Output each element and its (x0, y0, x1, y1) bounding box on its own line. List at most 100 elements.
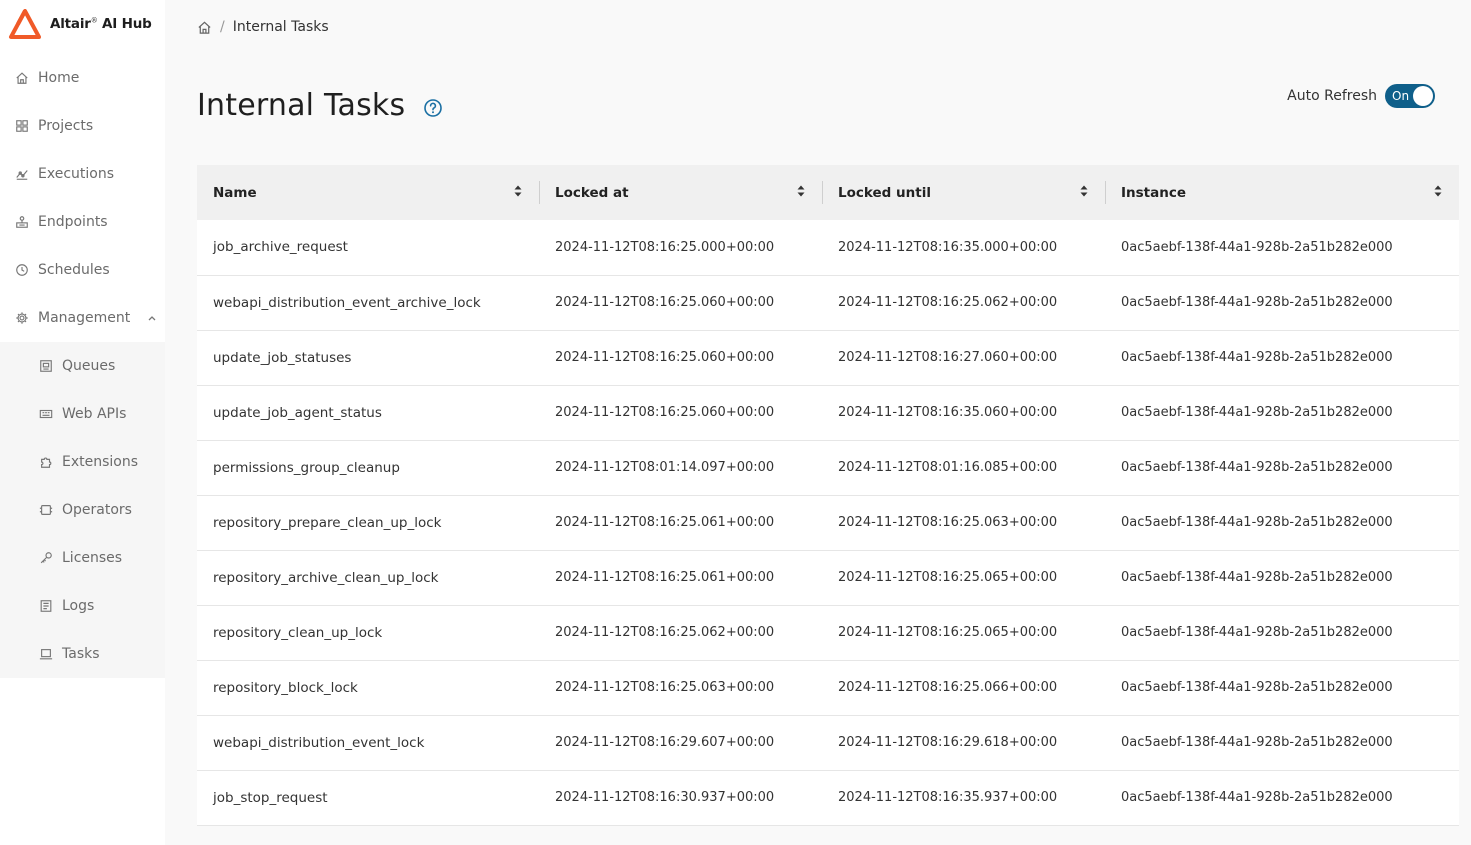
cell-locked-at: 2024-11-12T08:16:25.061+00:00 (555, 570, 775, 585)
sidebar-item-projects[interactable]: Projects (0, 102, 165, 150)
sidebar-item-management[interactable]: Management (0, 294, 165, 342)
home-icon (14, 71, 29, 86)
table-row[interactable]: webapi_distribution_event_lock 2024-11-12… (197, 715, 1459, 770)
cell-name: webapi_distribution_event_lock (213, 734, 425, 751)
home-icon[interactable] (197, 20, 212, 35)
cell-locked-until: 2024-11-12T08:16:27.060+00:00 (838, 350, 1058, 365)
cell-locked-until: 2024-11-12T08:01:16.085+00:00 (838, 460, 1058, 475)
table-row[interactable]: update_job_agent_status 2024-11-12T08:16:… (197, 385, 1459, 440)
management-subnav: Queues Web APIs Extensions Operators Lic… (0, 342, 165, 678)
breadcrumb-separator: / (220, 19, 225, 35)
auto-refresh: Auto Refresh On (1287, 84, 1435, 108)
sidebar-nav: Home Projects Executions Endpoints Sched… (0, 54, 165, 678)
page-title: Internal Tasks (197, 88, 443, 123)
sidebar-item-label: Endpoints (38, 214, 108, 230)
cell-locked-at: 2024-11-12T08:16:25.061+00:00 (555, 515, 775, 530)
sidebar-item-web-apis[interactable]: Web APIs (0, 390, 165, 438)
sidebar: Altair® AI Hub Home Projects Executions … (0, 0, 165, 845)
cell-instance: 0ac5aebf-138f-44a1-928b-2a51b282e000 (1121, 570, 1393, 585)
sort-icon[interactable] (1079, 184, 1089, 202)
sort-icon[interactable] (796, 184, 806, 202)
auto-refresh-toggle[interactable]: On (1385, 84, 1435, 108)
sidebar-item-label: Home (38, 70, 80, 86)
chip-icon (38, 503, 53, 518)
table-row[interactable]: job_stop_request 2024-11-12T08:16:30.937+… (197, 770, 1459, 825)
sidebar-item-executions[interactable]: Executions (0, 150, 165, 198)
cell-locked-at: 2024-11-12T08:01:14.097+00:00 (555, 460, 775, 475)
cell-name: repository_block_lock (213, 679, 358, 696)
table-row[interactable]: permissions_group_cleanup 2024-11-12T08:0… (197, 440, 1459, 495)
cell-locked-until: 2024-11-12T08:16:25.065+00:00 (838, 570, 1058, 585)
sidebar-item-label: Management (38, 310, 131, 326)
sidebar-item-licenses[interactable]: Licenses (0, 534, 165, 582)
cell-name: job_stop_request (213, 789, 328, 806)
queue-icon (38, 359, 53, 374)
app-name: Altair® AI Hub (50, 16, 152, 32)
breadcrumb: / Internal Tasks (197, 19, 329, 35)
tasks-table: Name Locked at Locked until Instance job… (197, 165, 1459, 826)
sidebar-item-tasks[interactable]: Tasks (0, 630, 165, 678)
column-header-locked-until[interactable]: Locked until (822, 165, 1105, 220)
altair-logo[interactable]: Altair® AI Hub (8, 9, 152, 39)
chevron-up-icon[interactable] (147, 313, 157, 323)
column-header-instance[interactable]: Instance (1105, 165, 1459, 220)
sort-icon[interactable] (513, 184, 523, 202)
cell-instance: 0ac5aebf-138f-44a1-928b-2a51b282e000 (1121, 295, 1393, 310)
cell-name: job_archive_request (213, 239, 348, 256)
cell-locked-until: 2024-11-12T08:16:25.063+00:00 (838, 515, 1058, 530)
cell-instance: 0ac5aebf-138f-44a1-928b-2a51b282e000 (1121, 680, 1393, 695)
sidebar-item-operators[interactable]: Operators (0, 486, 165, 534)
sidebar-item-logs[interactable]: Logs (0, 582, 165, 630)
cell-instance: 0ac5aebf-138f-44a1-928b-2a51b282e000 (1121, 790, 1393, 805)
table-row[interactable]: repository_clean_up_lock 2024-11-12T08:16… (197, 605, 1459, 660)
cell-locked-at: 2024-11-12T08:16:25.062+00:00 (555, 625, 775, 640)
laptop-icon (38, 647, 53, 662)
sidebar-item-schedules[interactable]: Schedules (0, 246, 165, 294)
cell-name: update_job_agent_status (213, 404, 382, 421)
column-header-name[interactable]: Name (197, 165, 539, 220)
main-content: / Internal Tasks Internal Tasks Auto Ref… (165, 0, 1471, 845)
cell-name: repository_prepare_clean_up_lock (213, 514, 442, 531)
gear-icon (14, 311, 29, 326)
column-header-locked-at[interactable]: Locked at (539, 165, 822, 220)
table-row[interactable]: job_archive_request 2024-11-12T08:16:25.0… (197, 220, 1459, 275)
sidebar-item-home[interactable]: Home (0, 54, 165, 102)
cell-instance: 0ac5aebf-138f-44a1-928b-2a51b282e000 (1121, 735, 1393, 750)
sidebar-item-label: Schedules (38, 262, 110, 278)
sidebar-item-label: Projects (38, 118, 94, 134)
table-row[interactable]: repository_archive_clean_up_lock 2024-11-… (197, 550, 1459, 605)
cell-instance: 0ac5aebf-138f-44a1-928b-2a51b282e000 (1121, 239, 1393, 255)
sort-icon[interactable] (1433, 184, 1443, 202)
table-row[interactable]: update_job_statuses 2024-11-12T08:16:25.0… (197, 330, 1459, 385)
cell-locked-at: 2024-11-12T08:16:25.060+00:00 (555, 405, 775, 420)
table-row[interactable]: repository_block_lock 2024-11-12T08:16:25… (197, 660, 1459, 715)
sidebar-item-label: Executions (38, 166, 114, 182)
sidebar-item-label: Queues (62, 358, 116, 374)
sidebar-item-extensions[interactable]: Extensions (0, 438, 165, 486)
help-icon[interactable] (423, 98, 443, 118)
cell-name: webapi_distribution_event_archive_lock (213, 294, 481, 311)
key-icon (38, 551, 53, 566)
cell-instance: 0ac5aebf-138f-44a1-928b-2a51b282e000 (1121, 515, 1393, 530)
sidebar-item-endpoints[interactable]: Endpoints (0, 198, 165, 246)
cell-locked-at: 2024-11-12T08:16:29.607+00:00 (555, 735, 775, 750)
cell-locked-at: 2024-11-12T08:16:25.060+00:00 (555, 295, 775, 310)
sidebar-item-queues[interactable]: Queues (0, 342, 165, 390)
cell-locked-until: 2024-11-12T08:16:35.000+00:00 (838, 239, 1058, 255)
executions-icon (14, 167, 29, 182)
webapi-icon (38, 407, 53, 422)
cell-name: repository_archive_clean_up_lock (213, 569, 439, 586)
cell-locked-until: 2024-11-12T08:16:35.937+00:00 (838, 790, 1058, 805)
cell-locked-until: 2024-11-12T08:16:25.066+00:00 (838, 680, 1058, 695)
table-row[interactable]: repository_prepare_clean_up_lock 2024-11-… (197, 495, 1459, 550)
table-header-row: Name Locked at Locked until Instance (197, 165, 1459, 220)
cell-name: repository_clean_up_lock (213, 624, 383, 641)
table-row[interactable]: webapi_distribution_event_archive_lock 20… (197, 275, 1459, 330)
breadcrumb-current: Internal Tasks (232, 19, 329, 35)
cell-name: update_job_statuses (213, 349, 352, 366)
puzzle-icon (38, 455, 53, 470)
cell-instance: 0ac5aebf-138f-44a1-928b-2a51b282e000 (1121, 625, 1393, 640)
cell-name: permissions_group_cleanup (213, 459, 400, 476)
cell-instance: 0ac5aebf-138f-44a1-928b-2a51b282e000 (1121, 460, 1393, 475)
cell-instance: 0ac5aebf-138f-44a1-928b-2a51b282e000 (1121, 405, 1393, 420)
